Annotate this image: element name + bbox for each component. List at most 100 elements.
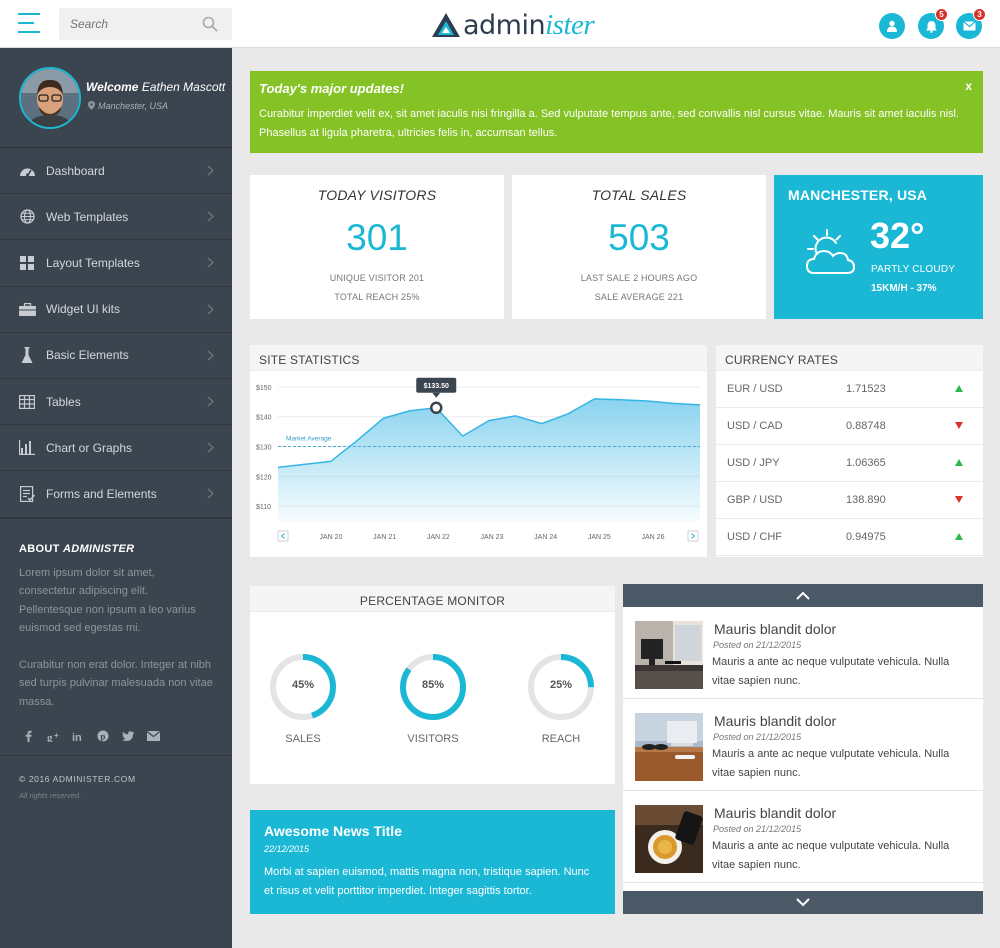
- chart-prev-button[interactable]: [277, 530, 289, 542]
- svg-text:g: g: [47, 732, 53, 742]
- currency-rate: 1.71523: [846, 383, 886, 395]
- weather-condition: PARTLY CLOUDY: [871, 264, 956, 275]
- search-input[interactable]: [59, 8, 199, 40]
- about-title-brand: ADMINISTER: [62, 542, 135, 555]
- panel-title: PERCENTAGE MONITOR: [250, 586, 615, 612]
- svg-text:in: in: [72, 732, 82, 742]
- menu-toggle-icon[interactable]: [18, 13, 40, 35]
- site-statistics-chart: $150 $140 $130 $120 $110 Market Average $133.5…: [256, 377, 701, 542]
- social-links: g + in p: [19, 729, 214, 743]
- ring-value: 85%: [421, 679, 445, 691]
- x-tick-label: JAN 22: [427, 534, 450, 541]
- currency-pair: USD / JPY: [727, 457, 780, 469]
- sidebar-item-label: Basic Elements: [46, 348, 129, 363]
- sidebar-item-label: Widget UI kits: [46, 302, 121, 317]
- feed-thumbnail: [635, 713, 703, 781]
- sidebar-item-dashboard[interactable]: Dashboard: [0, 148, 232, 195]
- search-icon[interactable]: [202, 16, 218, 32]
- updates-alert: Today's major updates! Curabitur imperdi…: [250, 71, 983, 153]
- form-icon: [19, 485, 35, 502]
- feed-item-date: Posted on 21/12/2015: [713, 824, 802, 834]
- x-tick-label: JAN 26: [642, 534, 665, 541]
- sidebar-item-basic-elements[interactable]: Basic Elements: [0, 333, 232, 379]
- x-tick-label: JAN 25: [588, 534, 611, 541]
- logo-text-accent: ister: [545, 8, 595, 41]
- feed-item-body: Mauris a ante ac neque vulputate vehicul…: [712, 748, 950, 779]
- sidebar-item-tables[interactable]: Tables: [0, 379, 232, 426]
- news-card[interactable]: Awesome News Title 22/12/2015 Morbi at s…: [250, 810, 615, 914]
- chart-next-button[interactable]: [687, 530, 699, 542]
- chevron-right-icon: [207, 165, 214, 176]
- sidebar-footer: © 2016 ADMINISTER.COM All rights reserve…: [0, 755, 232, 800]
- y-tick-label: $130: [256, 445, 272, 452]
- notifications-button[interactable]: 5: [918, 8, 948, 39]
- weather-card: MANCHESTER, USA 32° PARTLY CLOUDY 15KM/H…: [774, 175, 983, 319]
- posts-feed: Mauris blandit dolor Posted on 21/12/201…: [623, 584, 983, 914]
- alert-title: Today's major updates!: [259, 81, 404, 96]
- welcome-prefix: Welcome: [86, 80, 139, 94]
- currency-pair: GBP / USD: [727, 494, 783, 506]
- sidebar-item-label: Forms and Elements: [46, 486, 157, 501]
- messages-button[interactable]: 3: [956, 8, 986, 39]
- alert-close-button[interactable]: x: [965, 79, 972, 93]
- twitter-icon[interactable]: [121, 729, 135, 743]
- flask-icon: [21, 346, 33, 363]
- chart-tooltip-pointer: [432, 392, 441, 398]
- market-average-label: Market Average: [286, 436, 332, 443]
- currency-row: USD / CHF 0.94975: [716, 519, 983, 556]
- feed-item-title[interactable]: Mauris blandit dolor: [714, 621, 836, 637]
- globe-icon: [19, 209, 35, 224]
- facebook-icon[interactable]: [21, 729, 35, 743]
- card-title: TODAY VISITORS: [317, 187, 437, 203]
- feed-item-title[interactable]: Mauris blandit dolor: [714, 805, 836, 821]
- visitors-ring: 85% VISITORS: [398, 652, 468, 745]
- currency-rate: 138.890: [846, 494, 886, 506]
- card-subtext: LAST SALE 2 HOURS AGO: [580, 273, 698, 283]
- x-tick-label: JAN 24: [534, 534, 557, 541]
- sidebar-item-layout-templates[interactable]: Layout Templates: [0, 240, 232, 287]
- card-value: 301: [346, 217, 408, 258]
- card-subtext: SALE AVERAGE 221: [594, 292, 684, 302]
- news-title[interactable]: Awesome News Title: [264, 823, 601, 839]
- app-logo[interactable]: administer: [431, 8, 595, 42]
- sidebar-item-chart-or-graphs[interactable]: Chart or Graphs: [0, 425, 232, 472]
- sidebar-item-widget-ui-kits[interactable]: Widget UI kits: [0, 287, 232, 333]
- svg-text:+: +: [54, 731, 59, 740]
- card-subtext: TOTAL REACH 25%: [334, 292, 420, 302]
- about-paragraph: Lorem ipsum dolor sit amet, consectetur …: [19, 566, 196, 635]
- x-tick-label: JAN 21: [373, 534, 396, 541]
- arrow-up-icon: [955, 385, 963, 392]
- y-tick-label: $140: [256, 415, 272, 422]
- feed-item-date: Posted on 21/12/2015: [713, 640, 802, 650]
- feed-item[interactable]: Mauris blandit dolor Posted on 21/12/201…: [623, 607, 983, 699]
- chevron-right-icon: [207, 396, 214, 407]
- avatar[interactable]: [19, 67, 81, 129]
- sidebar-item-label: Dashboard: [46, 163, 105, 178]
- y-tick-label: $150: [256, 385, 272, 392]
- feed-item[interactable]: Mauris blandit dolor Posted on 21/12/201…: [623, 699, 983, 791]
- currency-rate: 0.88748: [846, 420, 886, 432]
- feed-scroll-down-button[interactable]: [623, 891, 983, 914]
- user-location: Manchester, USA: [88, 101, 168, 111]
- y-tick-label: $110: [256, 504, 271, 511]
- total-sales-card: TOTAL SALES 503 LAST SALE 2 HOURS AGO SA…: [512, 175, 766, 319]
- logo-text: administer: [463, 8, 595, 42]
- sidebar-item-forms-and-elements[interactable]: Forms and Elements: [0, 471, 232, 518]
- linkedin-icon[interactable]: in: [71, 729, 85, 743]
- welcome-text: Welcome Eathen Mascott: [86, 80, 225, 94]
- pinterest-icon[interactable]: p: [96, 729, 110, 743]
- user-icon: [887, 20, 897, 32]
- feed-item-body: Mauris a ante ac neque vulputate vehicul…: [712, 840, 950, 871]
- chevron-right-icon: [207, 304, 214, 315]
- feed-item[interactable]: Mauris blandit dolor Posted on 21/12/201…: [623, 791, 983, 883]
- table-icon: [19, 394, 35, 409]
- feed-scroll-up-button[interactable]: [623, 584, 983, 607]
- weather-wind: 15KM/H - 37%: [871, 283, 937, 294]
- sidebar-item-web-templates[interactable]: Web Templates: [0, 194, 232, 241]
- google-plus-icon[interactable]: g +: [46, 729, 60, 743]
- dashboard-icon: [19, 168, 35, 177]
- email-icon[interactable]: [146, 729, 160, 743]
- user-profile-button[interactable]: [879, 13, 905, 39]
- currency-rates-panel: CURRENCY RATES EUR / USD 1.71523 USD / CAD…: [716, 345, 983, 557]
- feed-item-title[interactable]: Mauris blandit dolor: [714, 713, 836, 729]
